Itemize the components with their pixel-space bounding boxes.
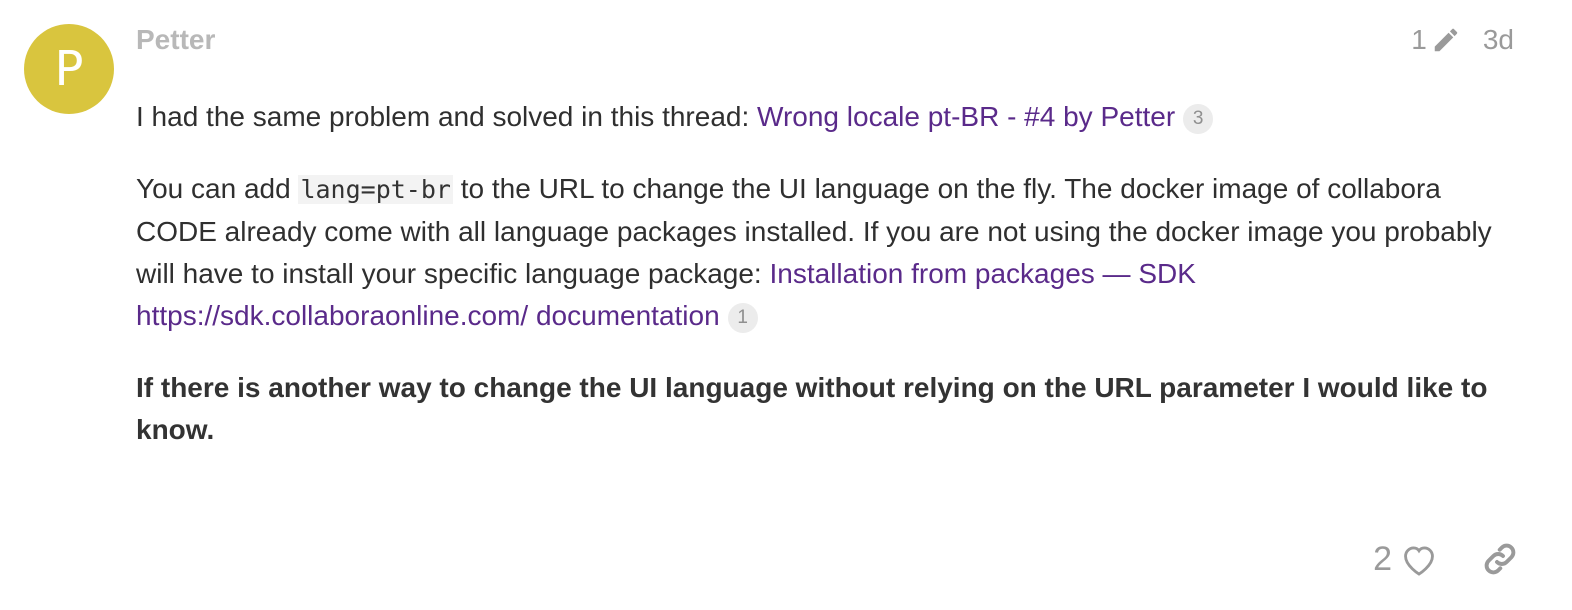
pencil-icon (1434, 28, 1458, 52)
paragraph-1-text: I had the same problem and solved in thi… (136, 101, 758, 132)
user-avatar[interactable]: P (24, 24, 114, 114)
inline-code: lang=pt-br (298, 175, 453, 204)
post-actions: 2 (1373, 538, 1518, 580)
edit-history-button[interactable]: 1 (1411, 24, 1461, 56)
like-count[interactable]: 2 (1373, 540, 1392, 579)
paragraph-1: I had the same problem and solved in thi… (136, 96, 1516, 138)
post-meta: 1 3d (1411, 22, 1514, 58)
share-link-button[interactable] (1482, 541, 1518, 577)
link-click-count: 3 (1183, 104, 1214, 134)
username[interactable]: Petter (136, 22, 215, 58)
post: P Petter 1 3d I had the same problem and… (0, 0, 1572, 610)
link-icon (1484, 543, 1516, 575)
post-body: I had the same problem and solved in thi… (136, 96, 1516, 481)
edit-count: 1 (1411, 24, 1427, 55)
post-date[interactable]: 3d (1483, 24, 1514, 56)
paragraph-2: You can add lang=pt-br to the URL to cha… (136, 168, 1516, 337)
thread-link[interactable]: Wrong locale pt-BR - #4 by Petter (757, 101, 1175, 132)
like-button[interactable] (1400, 541, 1438, 577)
link-click-count: 1 (727, 303, 758, 333)
paragraph-3: If there is another way to change the UI… (136, 372, 1488, 445)
heart-icon (1404, 546, 1434, 576)
paragraph-2-text-before: You can add (136, 173, 299, 204)
avatar-letter: P (54, 41, 84, 97)
